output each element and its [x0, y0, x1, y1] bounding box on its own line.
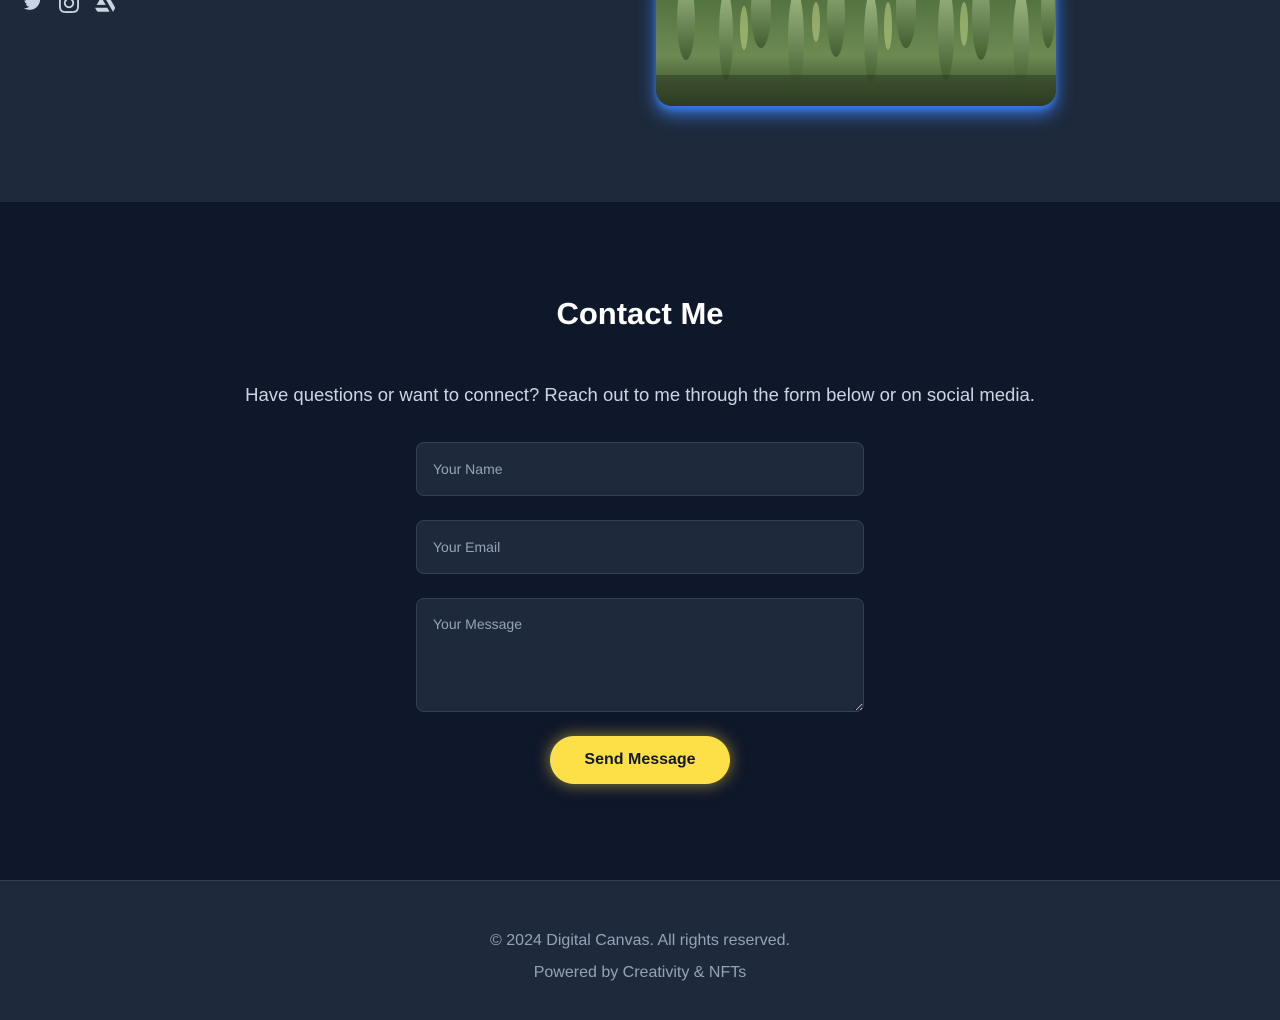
wheat-field-image [656, 0, 1056, 106]
instagram-icon[interactable] [58, 0, 80, 14]
footer-powered-by: Powered by Creativity & NFTs [533, 964, 747, 981]
artwork-image [656, 0, 1056, 106]
artstation-icon[interactable] [94, 0, 116, 14]
contact-description: Have questions or want to connect? Reach… [245, 384, 1035, 405]
contact-section: Contact Me Have questions or want to con… [0, 202, 1280, 880]
email-input[interactable] [416, 520, 864, 574]
footer-copyright: © 2024 Digital Canvas. All rights reserv… [490, 932, 790, 949]
footer: © 2024 Digital Canvas. All rights reserv… [0, 880, 1280, 1020]
about-section [0, 0, 1280, 202]
name-input[interactable] [416, 442, 864, 496]
twitter-icon[interactable] [22, 0, 44, 14]
contact-title: Contact Me [556, 296, 724, 331]
social-links [22, 0, 116, 14]
send-message-button[interactable]: Send Message [550, 736, 730, 784]
message-textarea[interactable] [416, 598, 864, 712]
